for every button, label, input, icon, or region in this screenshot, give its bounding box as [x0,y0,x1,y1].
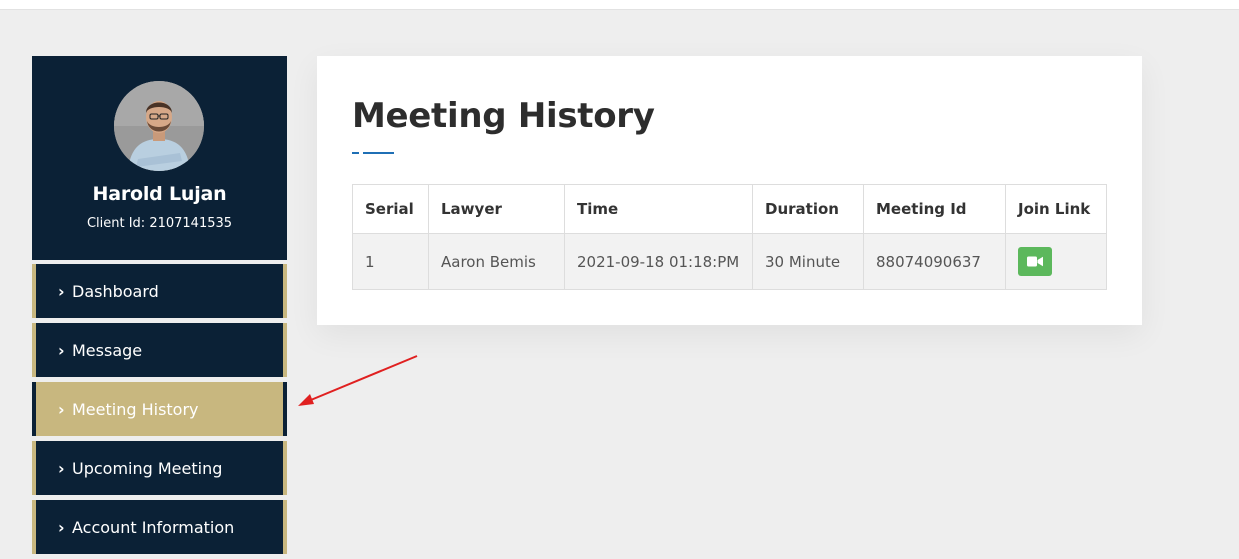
chevron-right-icon: › [58,458,65,478]
table-header-row: Serial Lawyer Time Duration Meeting Id J… [352,184,1107,234]
meeting-history-table: Serial Lawyer Time Duration Meeting Id J… [352,184,1107,290]
cell-lawyer: Aaron Bemis [428,233,565,290]
column-header-join-link: Join Link [1005,184,1107,234]
sidebar-nav: › Dashboard › Message › Meeting History … [32,264,287,559]
top-bar [0,0,1239,10]
sidebar-item-meeting-history[interactable]: › Meeting History [32,382,287,436]
column-header-meeting-id: Meeting Id [863,184,1006,234]
profile-name: Harold Lujan [92,183,227,205]
cell-join-link [1005,233,1107,290]
sidebar-item-upcoming-meeting[interactable]: › Upcoming Meeting [32,441,287,495]
avatar [114,81,204,171]
video-camera-icon [1027,256,1043,267]
profile-card: Harold Lujan Client Id: 2107141535 [32,56,287,260]
sidebar-item-dashboard[interactable]: › Dashboard [32,264,287,318]
sidebar-item-label: Message [72,340,143,360]
sidebar-item-label: Meeting History [72,399,199,419]
meeting-history-card: Meeting History Serial Lawyer Time Durat… [317,56,1142,325]
column-header-time: Time [564,184,753,234]
chevron-right-icon: › [58,340,65,360]
column-header-serial: Serial [352,184,429,234]
column-header-lawyer: Lawyer [428,184,565,234]
avatar-image [114,81,204,171]
table-row: 1 Aaron Bemis 2021-09-18 01:18:PM 30 Min… [352,233,1107,290]
title-underline [352,152,394,154]
chevron-right-icon: › [58,399,65,419]
chevron-right-icon: › [58,281,65,301]
page-title: Meeting History [352,96,655,136]
column-header-duration: Duration [752,184,864,234]
sidebar-item-label: Dashboard [72,281,159,301]
sidebar-item-account-information[interactable]: › Account Information [32,500,287,554]
cell-serial: 1 [352,233,429,290]
sidebar-item-label: Account Information [72,517,235,537]
cell-meeting-id: 88074090637 [863,233,1006,290]
client-id: Client Id: 2107141535 [86,216,233,231]
sidebar-item-message[interactable]: › Message [32,323,287,377]
annotation-arrow-icon [298,355,418,406]
cell-duration: 30 Minute [752,233,864,290]
cell-time: 2021-09-18 01:18:PM [564,233,753,290]
sidebar-item-label: Upcoming Meeting [72,458,223,478]
chevron-right-icon: › [58,517,65,537]
join-meeting-button[interactable] [1018,247,1052,276]
